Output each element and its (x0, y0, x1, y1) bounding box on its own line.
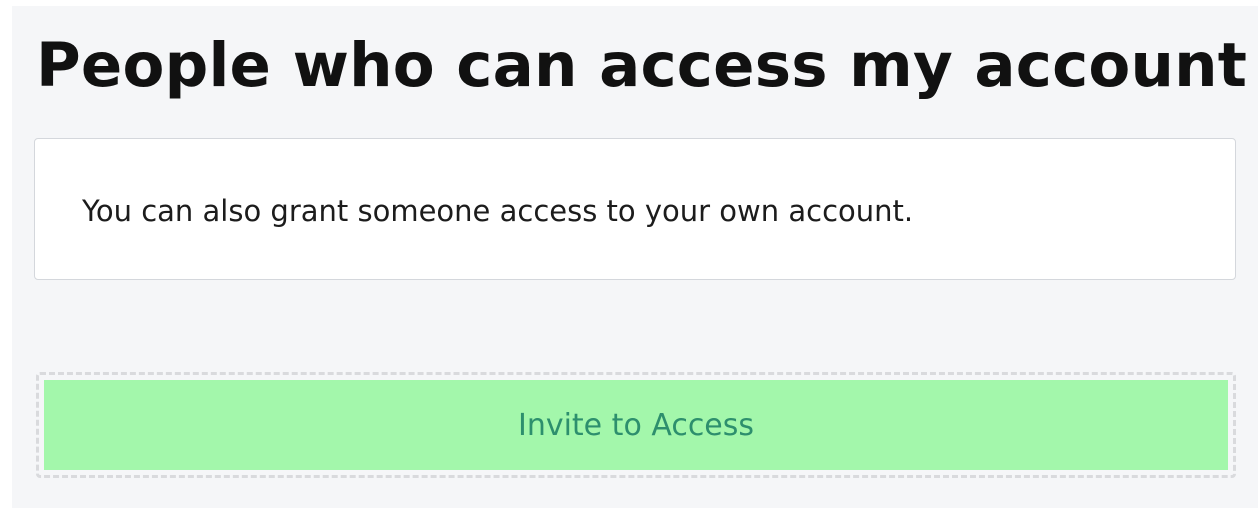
info-text: You can also grant someone access to you… (82, 194, 914, 228)
invite-to-access-button[interactable]: Invite to Access (44, 380, 1228, 470)
invite-button-focus-outline: Invite to Access (36, 372, 1236, 478)
page-title: People who can access my account (36, 30, 1248, 101)
info-card: You can also grant someone access to you… (34, 138, 1236, 280)
page-container: People who can access my account You can… (12, 6, 1258, 508)
